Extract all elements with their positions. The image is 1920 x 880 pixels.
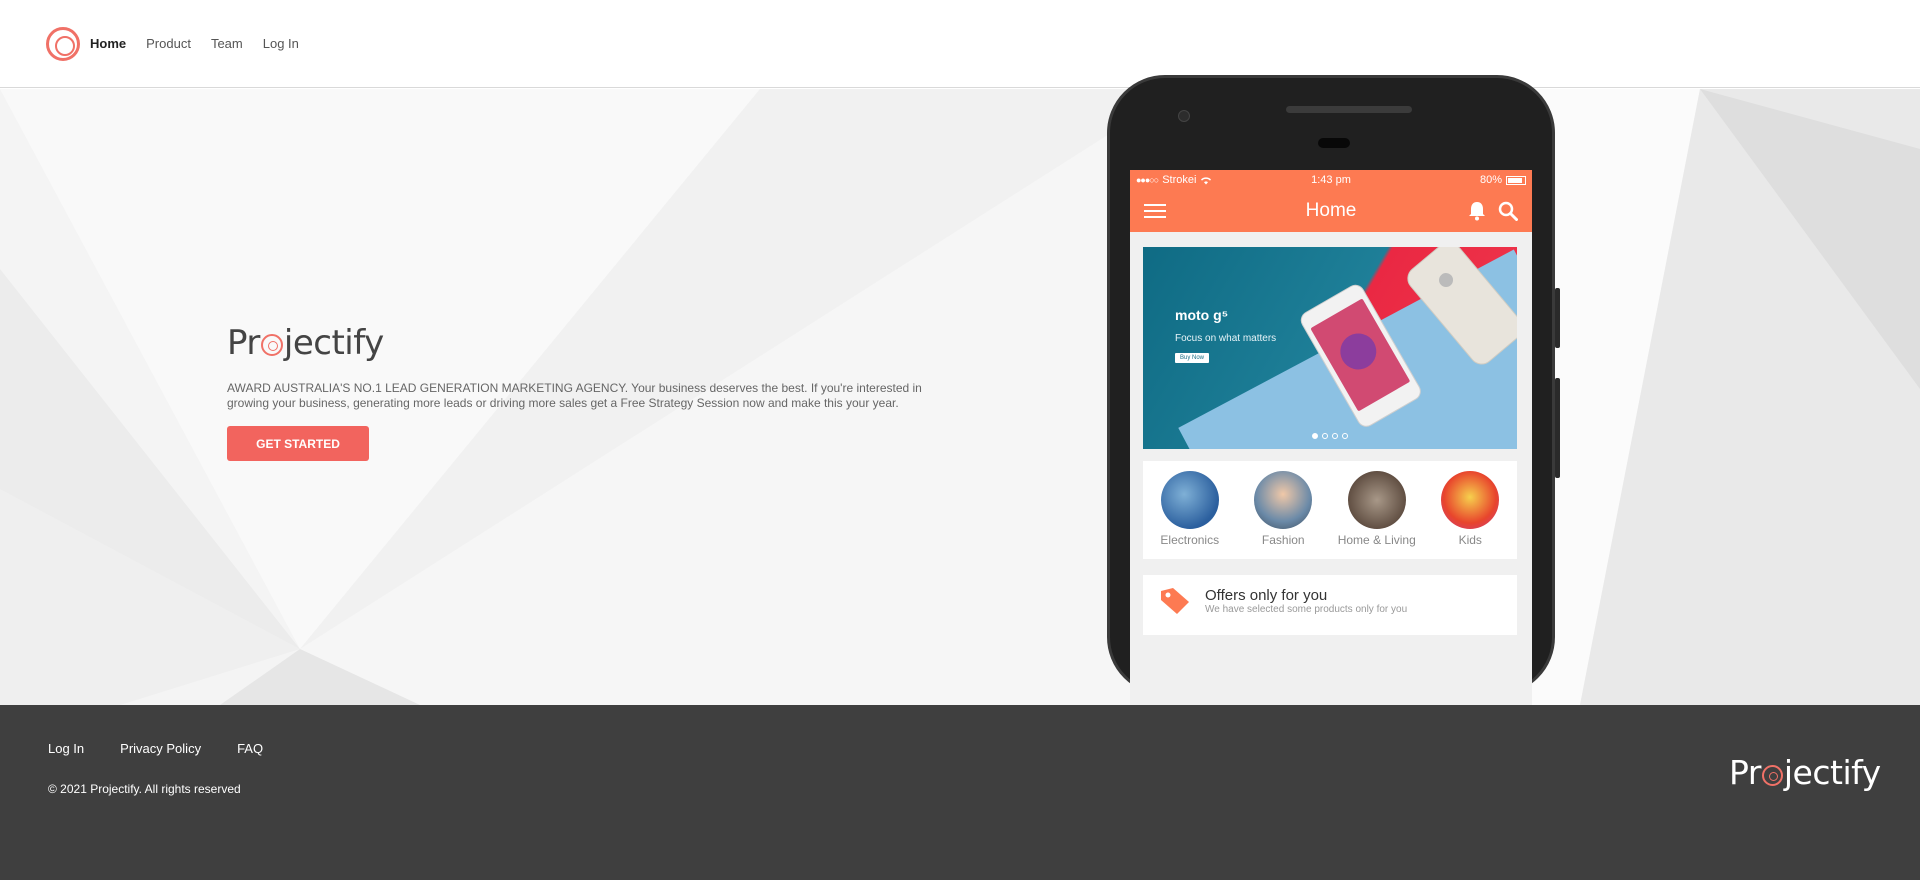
category-name: Kids	[1458, 533, 1482, 547]
phone-speaker	[1286, 106, 1412, 113]
phone-volume-button	[1555, 288, 1560, 348]
category-name: Fashion	[1261, 533, 1305, 547]
brand-text-end: jectify	[283, 323, 384, 363]
category-home-living[interactable]: Home & Living	[1333, 471, 1421, 547]
pager-dot[interactable]	[1312, 433, 1318, 439]
hero-brand-logo: Pr jectify	[227, 323, 384, 363]
phone-sensor	[1318, 138, 1350, 148]
battery-icon	[1506, 175, 1526, 185]
footer: Log In Privacy Policy FAQ © 2021 Project…	[0, 705, 1920, 880]
category-thumb	[1441, 471, 1500, 529]
category-name: Home & Living	[1337, 533, 1416, 547]
search-icon[interactable]	[1498, 201, 1518, 221]
top-nav: Home Product Team Log In	[0, 0, 1920, 88]
brand-text-end: jectify	[1783, 753, 1881, 792]
promo-banner[interactable]: moto g⁵ Focus on what matters Buy Now	[1143, 247, 1517, 449]
brand-text-start: Pr	[1729, 753, 1761, 792]
nav-link-product[interactable]: Product	[146, 36, 191, 51]
category-name: Electronics	[1160, 533, 1220, 547]
offers-subtitle: We have selected some products only for …	[1205, 604, 1408, 615]
banner-brand: moto g⁵	[1175, 307, 1229, 323]
app-header: Home	[1130, 190, 1532, 232]
bell-icon[interactable]	[1468, 201, 1486, 221]
offers-card[interactable]: Offers only for you We have selected som…	[1143, 575, 1517, 635]
hero-section: Pr jectify AWARD AUSTRALIA'S NO.1 LEAD GE…	[0, 89, 1920, 705]
footer-brand-logo[interactable]: Pr jectify	[1729, 753, 1881, 792]
phone-camera-icon	[1178, 110, 1190, 122]
brand-target-icon	[260, 334, 283, 356]
footer-link-privacy[interactable]: Privacy Policy	[120, 741, 201, 756]
pager-dot[interactable]	[1322, 433, 1328, 439]
phone-power-button	[1555, 378, 1560, 478]
category-fashion[interactable]: Fashion	[1239, 471, 1327, 547]
nav-links: Home Product Team Log In	[90, 36, 299, 51]
footer-link-faq[interactable]: FAQ	[237, 741, 263, 756]
category-thumb	[1254, 471, 1313, 529]
pager-dot[interactable]	[1332, 433, 1338, 439]
category-list: Electronics Fashion Home & Living Kids	[1143, 461, 1517, 559]
banner-buy-button[interactable]: Buy Now	[1175, 353, 1210, 363]
status-time: 1:43 pm	[1311, 174, 1351, 186]
brand-target-icon	[1761, 765, 1783, 786]
phone-status-bar: ●●●○○ Strokei 1:43 pm 80%	[1130, 170, 1532, 190]
category-electronics[interactable]: Electronics	[1146, 471, 1234, 547]
nav-link-team[interactable]: Team	[211, 36, 243, 51]
footer-links: Log In Privacy Policy FAQ	[48, 741, 263, 756]
copyright-text: © 2021 Projectify. All rights reserved	[48, 782, 241, 796]
banner-pager	[1143, 433, 1517, 439]
pager-dot[interactable]	[1342, 433, 1348, 439]
brand-text-start: Pr	[227, 323, 260, 363]
nav-link-home[interactable]: Home	[90, 36, 126, 51]
category-kids[interactable]: Kids	[1426, 471, 1514, 547]
banner-phones-image	[1300, 247, 1517, 427]
logo-icon[interactable]	[46, 27, 80, 61]
category-thumb	[1347, 471, 1406, 529]
offers-title: Offers only for you	[1205, 587, 1328, 604]
footer-link-login[interactable]: Log In	[48, 741, 84, 756]
tag-icon	[1161, 588, 1189, 614]
nav-link-login[interactable]: Log In	[263, 36, 299, 51]
get-started-button[interactable]: GET STARTED	[227, 426, 369, 461]
banner-tagline: Focus on what matters	[1175, 333, 1277, 344]
hero-tagline: AWARD AUSTRALIA'S NO.1 LEAD GENERATION M…	[227, 381, 922, 410]
phone-screen: ●●●○○ Strokei 1:43 pm 80% Home moto g⁵ F…	[1130, 170, 1532, 705]
category-thumb	[1160, 471, 1219, 529]
